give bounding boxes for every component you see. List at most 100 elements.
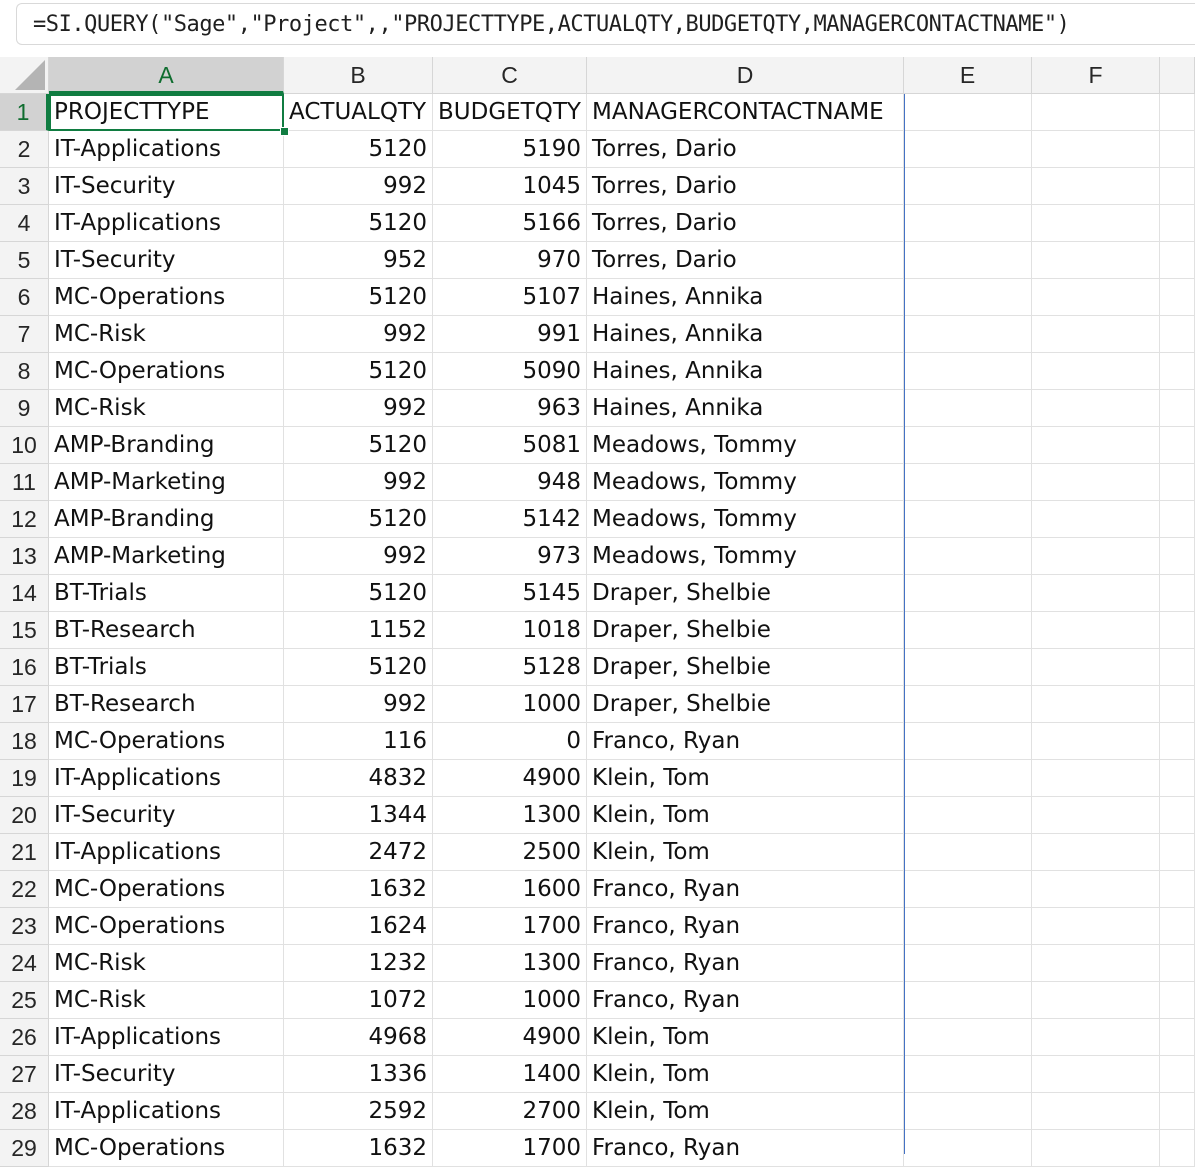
- cell-c12[interactable]: 5142: [433, 501, 587, 538]
- cell-e16[interactable]: [904, 649, 1032, 686]
- cell-f24[interactable]: [1032, 945, 1160, 982]
- cell-e24[interactable]: [904, 945, 1032, 982]
- row-header[interactable]: 5: [0, 242, 49, 279]
- column-header-d[interactable]: D: [587, 57, 904, 94]
- row-header[interactable]: 9: [0, 390, 49, 427]
- cell-c22[interactable]: 1600: [433, 871, 587, 908]
- cell-a12[interactable]: AMP-Branding: [49, 501, 284, 538]
- cell-b5[interactable]: 952: [284, 242, 433, 279]
- cell-c9[interactable]: 963: [433, 390, 587, 427]
- cell-d18[interactable]: Franco, Ryan: [587, 723, 904, 760]
- cell-b10[interactable]: 5120: [284, 427, 433, 464]
- row-header[interactable]: 7: [0, 316, 49, 353]
- cell-b20[interactable]: 1344: [284, 797, 433, 834]
- cell-f21[interactable]: [1032, 834, 1160, 871]
- cell-a10[interactable]: AMP-Branding: [49, 427, 284, 464]
- cell-e21[interactable]: [904, 834, 1032, 871]
- cell-e12[interactable]: [904, 501, 1032, 538]
- cell-e17[interactable]: [904, 686, 1032, 723]
- cell-b14[interactable]: 5120: [284, 575, 433, 612]
- cell-a18[interactable]: MC-Operations: [49, 723, 284, 760]
- cell-a8[interactable]: MC-Operations: [49, 353, 284, 390]
- cell-d25[interactable]: Franco, Ryan: [587, 982, 904, 1019]
- cell-d26[interactable]: Klein, Tom: [587, 1019, 904, 1056]
- cell-d28[interactable]: Klein, Tom: [587, 1093, 904, 1130]
- cell-e15[interactable]: [904, 612, 1032, 649]
- cell-f8[interactable]: [1032, 353, 1160, 390]
- cell-a6[interactable]: MC-Operations: [49, 279, 284, 316]
- cell-a22[interactable]: MC-Operations: [49, 871, 284, 908]
- cell-f25[interactable]: [1032, 982, 1160, 1019]
- cell-e9[interactable]: [904, 390, 1032, 427]
- cell-b1[interactable]: ACTUALQTY: [284, 94, 433, 131]
- cell-a19[interactable]: IT-Applications: [49, 760, 284, 797]
- cell-f13[interactable]: [1032, 538, 1160, 575]
- cell-b8[interactable]: 5120: [284, 353, 433, 390]
- cell-f6[interactable]: [1032, 279, 1160, 316]
- row-header[interactable]: 18: [0, 723, 49, 760]
- column-header-b[interactable]: B: [284, 57, 433, 94]
- cell-c3[interactable]: 1045: [433, 168, 587, 205]
- cell-f9[interactable]: [1032, 390, 1160, 427]
- cell-b15[interactable]: 1152: [284, 612, 433, 649]
- row-header[interactable]: 20: [0, 797, 49, 834]
- cell-c16[interactable]: 5128: [433, 649, 587, 686]
- cell-b16[interactable]: 5120: [284, 649, 433, 686]
- cell-b24[interactable]: 1232: [284, 945, 433, 982]
- cell-f14[interactable]: [1032, 575, 1160, 612]
- cell-f26[interactable]: [1032, 1019, 1160, 1056]
- cell-d1[interactable]: MANAGERCONTACTNAME: [587, 94, 904, 131]
- cell-c11[interactable]: 948: [433, 464, 587, 501]
- cell-d17[interactable]: Draper, Shelbie: [587, 686, 904, 723]
- cell-c4[interactable]: 5166: [433, 205, 587, 242]
- cell-d24[interactable]: Franco, Ryan: [587, 945, 904, 982]
- cell-d22[interactable]: Franco, Ryan: [587, 871, 904, 908]
- row-header[interactable]: 3: [0, 168, 49, 205]
- row-header[interactable]: 2: [0, 131, 49, 168]
- cell-c23[interactable]: 1700: [433, 908, 587, 945]
- cell-a25[interactable]: MC-Risk: [49, 982, 284, 1019]
- cell-a27[interactable]: IT-Security: [49, 1056, 284, 1093]
- cell-f17[interactable]: [1032, 686, 1160, 723]
- row-header[interactable]: 4: [0, 205, 49, 242]
- cell-e28[interactable]: [904, 1093, 1032, 1130]
- row-header[interactable]: 16: [0, 649, 49, 686]
- cell-b12[interactable]: 5120: [284, 501, 433, 538]
- cell-e3[interactable]: [904, 168, 1032, 205]
- cell-d21[interactable]: Klein, Tom: [587, 834, 904, 871]
- cell-a14[interactable]: BT-Trials: [49, 575, 284, 612]
- fill-handle[interactable]: [280, 127, 289, 136]
- cell-b18[interactable]: 116: [284, 723, 433, 760]
- cell-f10[interactable]: [1032, 427, 1160, 464]
- cell-e22[interactable]: [904, 871, 1032, 908]
- row-header[interactable]: 6: [0, 279, 49, 316]
- cell-a4[interactable]: IT-Applications: [49, 205, 284, 242]
- cell-c13[interactable]: 973: [433, 538, 587, 575]
- cell-f28[interactable]: [1032, 1093, 1160, 1130]
- cell-e6[interactable]: [904, 279, 1032, 316]
- cell-d8[interactable]: Haines, Annika: [587, 353, 904, 390]
- cell-e11[interactable]: [904, 464, 1032, 501]
- select-all-corner[interactable]: [0, 57, 49, 94]
- row-header[interactable]: 22: [0, 871, 49, 908]
- row-header[interactable]: 26: [0, 1019, 49, 1056]
- cell-e10[interactable]: [904, 427, 1032, 464]
- cell-b9[interactable]: 992: [284, 390, 433, 427]
- cell-b7[interactable]: 992: [284, 316, 433, 353]
- cell-f3[interactable]: [1032, 168, 1160, 205]
- row-header[interactable]: 28: [0, 1093, 49, 1130]
- cell-d27[interactable]: Klein, Tom: [587, 1056, 904, 1093]
- cell-e8[interactable]: [904, 353, 1032, 390]
- cell-b19[interactable]: 4832: [284, 760, 433, 797]
- cell-f23[interactable]: [1032, 908, 1160, 945]
- column-header-e[interactable]: E: [904, 57, 1032, 94]
- cell-a11[interactable]: AMP-Marketing: [49, 464, 284, 501]
- cell-d12[interactable]: Meadows, Tommy: [587, 501, 904, 538]
- cell-b13[interactable]: 992: [284, 538, 433, 575]
- row-header[interactable]: 15: [0, 612, 49, 649]
- cell-c27[interactable]: 1400: [433, 1056, 587, 1093]
- row-header[interactable]: 14: [0, 575, 49, 612]
- cell-c21[interactable]: 2500: [433, 834, 587, 871]
- cell-b25[interactable]: 1072: [284, 982, 433, 1019]
- cell-f12[interactable]: [1032, 501, 1160, 538]
